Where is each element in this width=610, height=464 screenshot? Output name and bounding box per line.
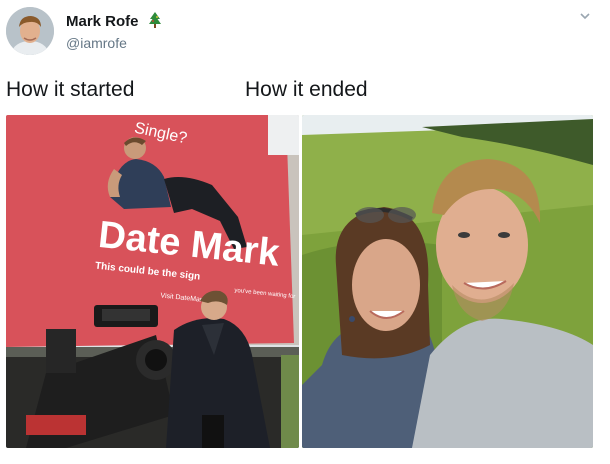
chevron-down-icon[interactable] [578,9,592,23]
caption-how-it-started: How it started [6,78,135,101]
tree-emoji-icon [148,11,162,29]
author-avatar[interactable] [6,7,54,55]
author-name[interactable]: Mark Rofe [66,13,139,30]
caption-how-it-ended: How it ended [245,78,368,101]
avatar-portrait-image [6,7,54,55]
author-handle[interactable]: @iamrofe [66,35,127,51]
selfie-photo[interactable] [302,115,593,448]
billboard-photo[interactable]: Single? Date Mark This could be the sign… [6,115,299,448]
